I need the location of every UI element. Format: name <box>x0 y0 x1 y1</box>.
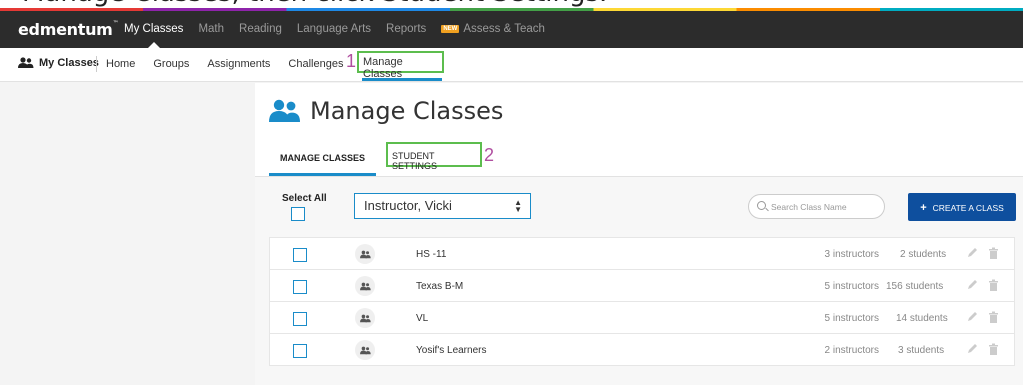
page-title: Manage Classes <box>310 97 504 125</box>
class-people-icon <box>355 340 375 360</box>
edmentum-logo[interactable]: edmentum™ <box>18 20 119 39</box>
trash-icon[interactable] <box>988 343 999 355</box>
trash-icon[interactable] <box>988 247 999 259</box>
nav-my-classes[interactable]: My Classes <box>124 23 183 48</box>
sub-nav-groups[interactable]: Groups <box>153 58 189 70</box>
sub-nav-challenges[interactable]: Challenges <box>288 58 343 70</box>
left-pane <box>0 83 255 385</box>
top-navbar: edmentum™ My Classes Math Reading Langua… <box>0 8 1023 48</box>
instructor-select[interactable]: Instructor, Vicki ▲ ▼ <box>354 193 531 219</box>
row-checkbox[interactable] <box>293 344 307 358</box>
tab-manage-classes[interactable]: MANAGE CLASSES <box>269 145 376 175</box>
active-underline <box>362 78 442 81</box>
banner-text: Manage Classes, then click Student Setti… <box>22 0 607 8</box>
tab-student-settings[interactable]: STUDENT SETTINGS <box>386 142 482 171</box>
class-row[interactable]: HS -11 3 instructors 2 students <box>269 237 1015 270</box>
instructor-count: 5 instructors <box>824 281 879 292</box>
nav-reading[interactable]: Reading <box>239 23 282 35</box>
plus-icon: + <box>920 202 927 214</box>
sub-nav-assignments[interactable]: Assignments <box>207 58 270 70</box>
class-row[interactable]: Texas B-M 5 instructors 156 students <box>269 269 1015 302</box>
edit-pencil-icon[interactable] <box>966 343 978 355</box>
nav-math[interactable]: Math <box>198 23 224 35</box>
divider <box>96 56 97 72</box>
select-all-label: Select All <box>282 193 327 204</box>
page-header: Manage Classes <box>269 97 503 125</box>
instructor-count: 3 instructors <box>824 249 879 260</box>
class-name[interactable]: HS -11 <box>416 249 446 260</box>
row-checkbox[interactable] <box>293 248 307 262</box>
student-count: 14 students <box>896 313 948 324</box>
class-row[interactable]: VL 5 instructors 14 students <box>269 301 1015 334</box>
nav-language-arts[interactable]: Language Arts <box>297 23 371 35</box>
create-class-button[interactable]: + CREATE A CLASS <box>908 193 1016 221</box>
class-people-icon <box>355 244 375 264</box>
nav-reports[interactable]: Reports <box>386 23 426 35</box>
new-badge: NEW <box>441 25 460 33</box>
class-name[interactable]: VL <box>416 313 428 324</box>
color-stripe <box>0 8 1023 11</box>
row-checkbox[interactable] <box>293 280 307 294</box>
my-classes-heading: My Classes <box>18 57 99 69</box>
sub-nav-items: Home Groups Assignments Challenges <box>106 58 361 70</box>
student-count: 156 students <box>886 281 944 292</box>
student-count: 3 students <box>898 345 945 356</box>
people-icon <box>18 57 34 68</box>
select-arrows-icon: ▲ ▼ <box>514 198 522 214</box>
search-icon <box>757 201 766 210</box>
callout-number-1: 1 <box>346 51 357 71</box>
class-people-icon <box>355 308 375 328</box>
callout-number-2: 2 <box>484 145 495 165</box>
class-list: HS -11 3 instructors 2 students Texas B-… <box>269 237 1015 366</box>
main-panel: Manage Classes MANAGE CLASSES STUDENT SE… <box>255 83 1023 385</box>
search-input[interactable]: Search Class Name <box>748 194 885 219</box>
main-nav: My Classes Math Reading Language Arts Re… <box>124 23 560 48</box>
class-name[interactable]: Texas B-M <box>416 281 463 292</box>
sub-nav-home[interactable]: Home <box>106 58 135 70</box>
trash-icon[interactable] <box>988 279 999 291</box>
class-row[interactable]: Yosif's Learners 2 instructors 3 student… <box>269 333 1015 366</box>
select-all-checkbox[interactable] <box>291 207 305 221</box>
trash-icon[interactable] <box>988 311 999 323</box>
cropped-banner: Manage Classes, then click Student Setti… <box>0 0 1023 8</box>
people-icon <box>269 99 300 122</box>
nav-assess-teach[interactable]: NEW Assess & Teach <box>441 23 545 35</box>
instructor-count: 5 instructors <box>824 313 879 324</box>
sub-nav-manage-classes[interactable]: Manage Classes <box>357 51 444 80</box>
sub-navbar: My Classes Home Groups Assignments Chall… <box>0 48 1023 82</box>
student-count: 2 students <box>900 249 947 260</box>
edit-pencil-icon[interactable] <box>966 247 978 259</box>
instructor-count: 2 instructors <box>824 345 879 356</box>
edit-pencil-icon[interactable] <box>966 311 978 323</box>
row-checkbox[interactable] <box>293 312 307 326</box>
class-people-icon <box>355 276 375 296</box>
edit-pencil-icon[interactable] <box>966 279 978 291</box>
class-name[interactable]: Yosif's Learners <box>416 345 486 356</box>
class-list-area: Select All Instructor, Vicki ▲ ▼ Search C… <box>255 177 1023 385</box>
